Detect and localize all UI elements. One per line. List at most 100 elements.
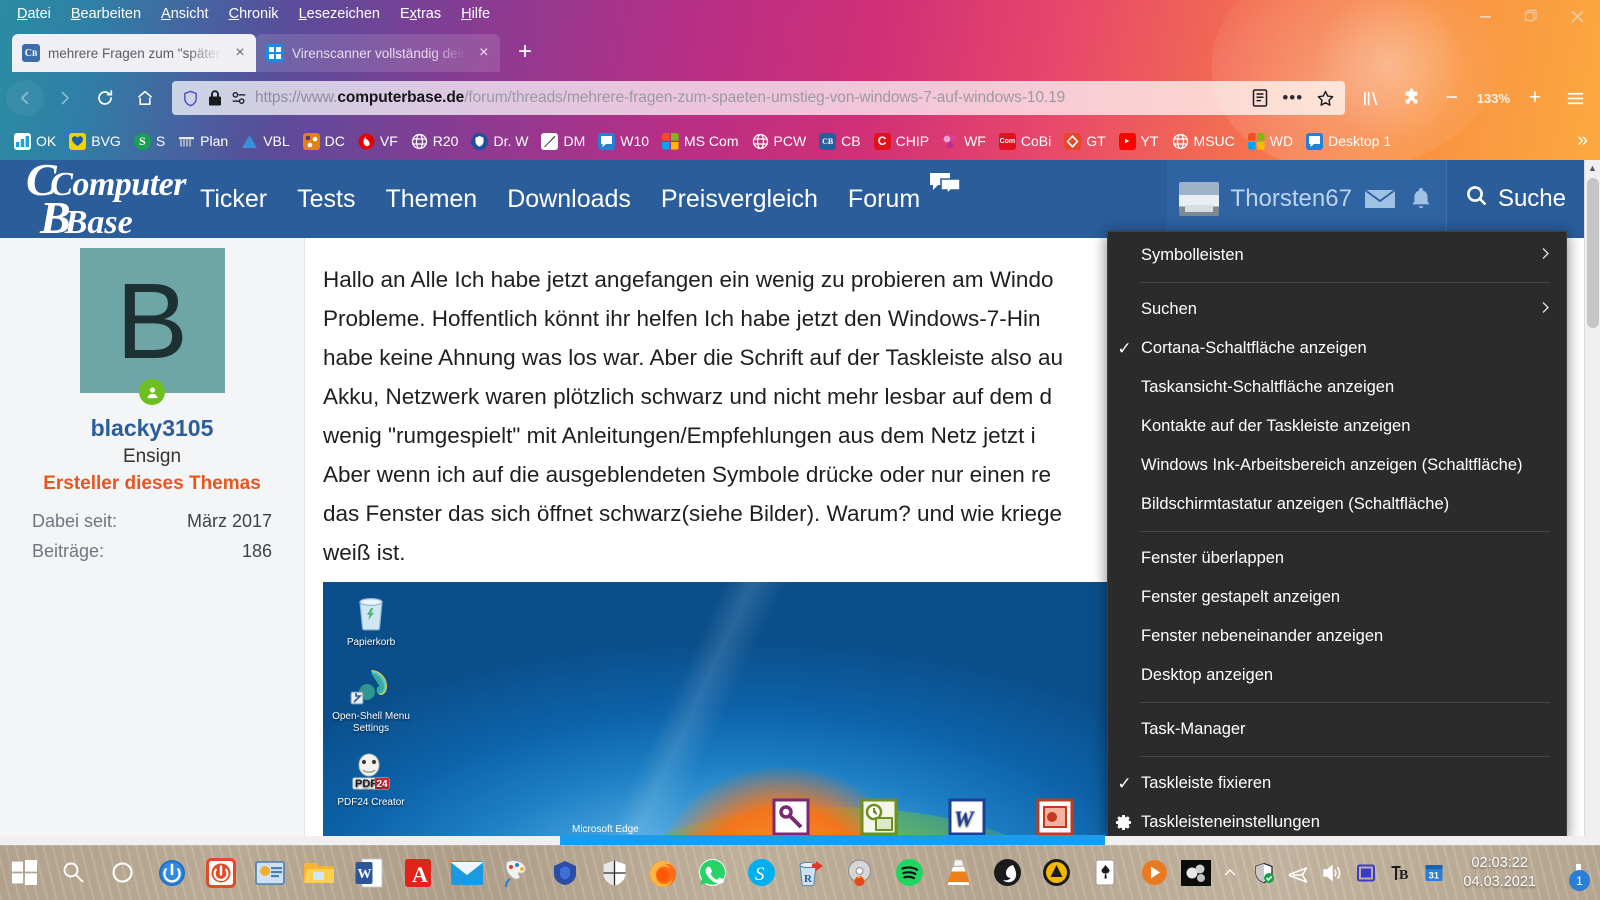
menu-item-fenster-gestapelt-anzeigen[interactable]: Fenster gestapelt anzeigen xyxy=(1108,578,1566,617)
bookmark-star-icon[interactable] xyxy=(1313,89,1339,108)
scroll-up-icon[interactable]: ▲ xyxy=(1585,160,1600,176)
menu-item-suchen[interactable]: Suchen xyxy=(1108,290,1566,329)
tray-thumbnail-icon[interactable] xyxy=(1179,845,1213,900)
bookmark-dr-w[interactable]: Dr. W xyxy=(465,130,534,153)
nav-preisvergleich[interactable]: Preisvergleich xyxy=(661,185,818,214)
page-scrollbar[interactable]: ▲ xyxy=(1584,160,1600,845)
menu-lesezeichen[interactable]: Lesezeichen xyxy=(290,2,389,26)
reload-button[interactable] xyxy=(86,80,124,116)
tab-0[interactable]: CB mehrere Fragen zum "späten" U × xyxy=(12,34,256,72)
skype-icon[interactable]: S xyxy=(737,845,786,900)
minimize-button[interactable] xyxy=(1462,2,1508,30)
volume-icon[interactable] xyxy=(1315,845,1349,900)
bookmark-chip[interactable]: C CHIP xyxy=(868,130,935,153)
address-bar[interactable]: https://www.computerbase.de/forum/thread… xyxy=(172,81,1345,115)
bookmark-cb[interactable]: CB CB xyxy=(813,130,866,153)
bookmark-yt[interactable]: YT xyxy=(1113,130,1165,153)
author-avatar[interactable]: B xyxy=(79,248,225,393)
bookmark-w10[interactable]: W10 xyxy=(592,130,655,153)
action-center-button[interactable]: 1 xyxy=(1548,845,1592,900)
bell-icon[interactable] xyxy=(1408,186,1434,212)
tb-icon[interactable]: B xyxy=(1383,845,1417,900)
clock[interactable]: 02:03:22 04.03.2021 xyxy=(1451,854,1548,892)
back-button[interactable] xyxy=(6,80,44,116)
bookmark-vf[interactable]: VF xyxy=(352,130,404,153)
cortana-icon[interactable] xyxy=(98,845,147,900)
site-search-button[interactable]: Suche xyxy=(1445,160,1584,238)
user-menu[interactable]: Thorsten67 xyxy=(1166,160,1446,238)
revo-uninstaller-icon[interactable]: R xyxy=(786,845,835,900)
extensions-icon[interactable] xyxy=(1393,80,1431,116)
spotify-icon[interactable] xyxy=(885,845,934,900)
forward-button[interactable] xyxy=(46,80,84,116)
menu-item-fenster-überlappen[interactable]: Fenster überlappen xyxy=(1108,539,1566,578)
menu-item-bildschirmtastatur-anzeigen-schaltfläche[interactable]: Bildschirmtastatur anzeigen (Schaltfläch… xyxy=(1108,485,1566,524)
ccleaner-icon[interactable] xyxy=(983,845,1032,900)
menu-chronik[interactable]: Chronik xyxy=(220,2,288,26)
menu-bearbeiten[interactable]: Bearbeiten xyxy=(62,2,150,26)
bookmarks-overflow-icon[interactable]: » xyxy=(1577,130,1592,152)
plane-icon[interactable] xyxy=(1281,845,1315,900)
menu-item-cortana-schaltfläche-anzeigen[interactable]: ✓ Cortana-Schaltfläche anzeigen xyxy=(1108,329,1566,368)
nav-downloads[interactable]: Downloads xyxy=(507,185,631,214)
lock-icon[interactable] xyxy=(207,89,223,107)
url-text[interactable]: https://www.computerbase.de/forum/thread… xyxy=(255,89,1240,107)
zoom-out-button[interactable]: − xyxy=(1433,80,1471,116)
advanced-systemcare-icon[interactable] xyxy=(1032,845,1081,900)
bookmark-bvg[interactable]: BVG xyxy=(63,130,127,153)
reader-icon[interactable] xyxy=(1247,88,1273,108)
vlc-icon[interactable] xyxy=(934,845,983,900)
paint-icon[interactable] xyxy=(491,845,540,900)
menu-item-taskleiste-fixieren[interactable]: ✓ Taskleiste fixieren xyxy=(1108,764,1566,803)
taskbar-search-icon[interactable] xyxy=(49,845,98,900)
bookmark-s[interactable]: SS xyxy=(128,130,171,153)
envelope-icon[interactable] xyxy=(1364,187,1396,211)
bookmark-cobi[interactable]: Com CoBi xyxy=(993,130,1057,153)
menu-item-fenster-nebeneinander-anzeigen[interactable]: Fenster nebeneinander anzeigen xyxy=(1108,617,1566,656)
bookmark-plan[interactable]: Plan xyxy=(172,130,234,153)
whatsapp-icon[interactable] xyxy=(688,845,737,900)
bookmark-gt[interactable]: GT xyxy=(1058,130,1111,153)
acrobat-icon[interactable]: A xyxy=(393,845,442,900)
home-button[interactable] xyxy=(126,80,164,116)
scrollbar-thumb[interactable] xyxy=(1587,178,1599,328)
page-actions-icon[interactable]: ••• xyxy=(1280,88,1306,108)
screen-icon[interactable] xyxy=(1349,845,1383,900)
nav-themen[interactable]: Themen xyxy=(386,185,478,214)
menu-item-task-manager[interactable]: Task-Manager xyxy=(1108,710,1566,749)
bookmark-dc[interactable]: DC xyxy=(297,130,351,153)
zoom-level[interactable]: 133% xyxy=(1473,91,1514,106)
menu-extras[interactable]: Extras xyxy=(391,2,450,26)
chevron-up-icon[interactable] xyxy=(1213,845,1247,900)
imgburn-icon[interactable] xyxy=(835,845,884,900)
taskbar-context-menu[interactable]: Symbolleisten Suchen ✓ Cortana-Schaltfläche… xyxy=(1107,231,1567,839)
mediaplayer-icon[interactable] xyxy=(1130,845,1179,900)
edge-window-titlebar[interactable] xyxy=(560,835,1105,845)
zoom-in-button[interactable]: + xyxy=(1516,80,1554,116)
menu-item-desktop-anzeigen[interactable]: Desktop anzeigen xyxy=(1108,656,1566,695)
word-icon[interactable]: W xyxy=(344,845,393,900)
bookmark-desktop-1[interactable]: Desktop 1 xyxy=(1300,130,1397,153)
calendar-31-icon[interactable]: 31 xyxy=(1417,845,1451,900)
nav-tests[interactable]: Tests xyxy=(297,185,355,214)
tab-close-icon[interactable]: × xyxy=(474,42,494,64)
firefox-icon[interactable] xyxy=(639,845,688,900)
menu-item-symbolleisten[interactable]: Symbolleisten xyxy=(1108,236,1566,275)
menu-item-windows-ink-arbeitsbereich-anzeigen-schaltfläche[interactable]: Windows Ink-Arbeitsbereich anzeigen (Sch… xyxy=(1108,446,1566,485)
site-logo[interactable]: CComputer BBase xyxy=(0,160,200,241)
menu-item-taskansicht-schaltfläche-anzeigen[interactable]: Taskansicht-Schaltfläche anzeigen xyxy=(1108,368,1566,407)
shield-icon[interactable] xyxy=(181,89,200,108)
shutdown-red-icon[interactable] xyxy=(197,845,246,900)
windows-defender-icon[interactable] xyxy=(590,845,639,900)
bookmark-ms-com[interactable]: MS Com xyxy=(656,130,744,153)
malwarebytes-icon[interactable] xyxy=(541,845,590,900)
bookmark-ok[interactable]: OK xyxy=(8,130,62,153)
close-button[interactable] xyxy=(1554,2,1600,30)
tab-close-icon[interactable]: × xyxy=(230,42,250,64)
bookmark-wd[interactable]: WD xyxy=(1242,130,1299,153)
author-name[interactable]: blacky3105 xyxy=(91,415,214,442)
maximize-button[interactable] xyxy=(1508,2,1554,30)
teamviewer-icon[interactable] xyxy=(246,845,295,900)
nav-forum[interactable]: Forum xyxy=(848,185,920,213)
bookmark-msuc[interactable]: MSUC xyxy=(1166,130,1241,153)
